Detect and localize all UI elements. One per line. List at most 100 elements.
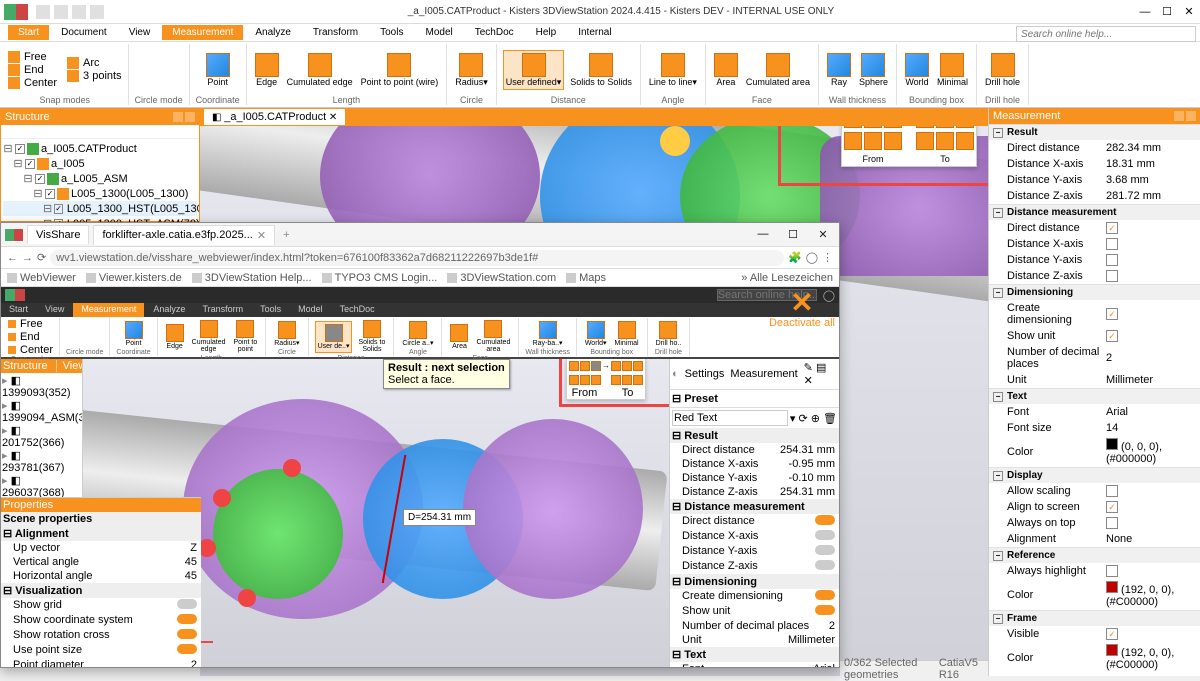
prop-row[interactable]: Allow scaling — [989, 483, 1200, 499]
bookmark[interactable]: TYPO3 CMS Login... — [322, 272, 438, 284]
close-button[interactable]: ✕ — [1182, 5, 1196, 19]
nav-reload-icon[interactable]: ⟳ — [37, 251, 46, 264]
bookmark[interactable]: WebViewer — [7, 272, 76, 284]
extensions-icon[interactable]: 🧩 — [788, 251, 802, 264]
new-tab-button[interactable]: + — [279, 229, 293, 241]
section-header[interactable]: −Result — [989, 125, 1200, 140]
tab-document[interactable]: Document — [51, 25, 117, 40]
url-input[interactable]: wv1.viewstation.de/visshare_webviewer/in… — [50, 250, 784, 266]
prop-row[interactable]: Visible — [989, 626, 1200, 642]
prop-row[interactable]: Color (0, 0, 0), (#000000) — [989, 436, 1200, 467]
wv-tree-node[interactable]: ▸ ◧ 296037(368) — [2, 474, 81, 497]
prop-row[interactable]: Color (192, 0, 0), (#C00000) — [989, 579, 1200, 610]
snap-end[interactable]: End — [8, 64, 57, 76]
wv-tab-analyze[interactable]: Analyze — [145, 303, 193, 317]
snap-free[interactable]: Free — [8, 51, 57, 63]
prop-row[interactable]: AlignmentNone — [989, 531, 1200, 547]
qat-save-icon[interactable] — [36, 5, 50, 19]
bookmark[interactable]: 3DViewStation.com — [447, 272, 556, 284]
wv-tree-node[interactable]: ▸ ◧ 201752(366) — [2, 424, 81, 449]
minimal-button[interactable]: Minimal — [935, 51, 970, 89]
prop-row[interactable]: Font size14 — [989, 420, 1200, 436]
prop-row[interactable]: Create dimensioning — [989, 300, 1200, 328]
tab-techdoc[interactable]: TechDoc — [465, 25, 524, 40]
help-search-input[interactable] — [1016, 26, 1196, 42]
tab-transform[interactable]: Transform — [303, 25, 368, 40]
tree-node[interactable]: ⊟a_I005 — [3, 156, 197, 171]
prop-row[interactable]: Distance Y-axis3.68 mm — [989, 172, 1200, 188]
wv-tree-node[interactable]: ▸ ◧ 1399093(352) — [2, 374, 81, 399]
dimension-label[interactable]: D=254.31 mm — [403, 509, 476, 526]
profile-icon[interactable]: ◯ — [806, 251, 818, 264]
panel-pin-icon[interactable] — [173, 112, 183, 122]
wv-measurement-panel[interactable]: ◐SettingsMeasurement✎ ▤ ✕ ⊟ Preset Red T… — [669, 359, 839, 667]
browser-close[interactable]: ✕ — [811, 228, 835, 241]
prop-row[interactable]: Distance Z-axis281.72 mm — [989, 188, 1200, 204]
quick-access-toolbar[interactable] — [36, 5, 104, 19]
section-header[interactable]: −Frame — [989, 611, 1200, 626]
ray-button[interactable]: Ray — [825, 51, 853, 89]
from-to-palette[interactable]: → FromTo — [841, 126, 977, 167]
sphere-button[interactable]: Sphere — [857, 51, 890, 89]
prop-row[interactable]: Number of decimal places2 — [989, 344, 1200, 372]
browser-maximize[interactable]: ☐ — [781, 228, 805, 241]
browser-tab-forklifter[interactable]: forklifter-axle.catia.e3fp.2025... ✕ — [93, 225, 275, 245]
prop-row[interactable]: Distance X-axis18.31 mm — [989, 156, 1200, 172]
bookmark[interactable]: Viewer.kisters.de — [86, 272, 182, 284]
prop-row[interactable]: Direct distance — [989, 220, 1200, 236]
prop-row[interactable]: Direct distance282.34 mm — [989, 140, 1200, 156]
panel-close-icon[interactable] — [185, 112, 195, 122]
area-button[interactable]: Area — [712, 51, 740, 89]
tree-node[interactable]: ⊟L005_1300_HST(L005_1300_HST) — [3, 201, 197, 216]
wv-tab-view[interactable]: View — [37, 303, 72, 317]
tab-view[interactable]: View — [119, 25, 161, 40]
wv-structure-panel[interactable]: StructureViews ▸ ◧ 1399093(352)▸ ◧ 13990… — [1, 359, 83, 497]
tree-node[interactable]: ⊟a_L005_ASM — [3, 171, 197, 186]
tree-node[interactable]: ⊟L005_1300(L005_1300) — [3, 186, 197, 201]
bookmark[interactable]: 3DViewStation Help... — [192, 272, 312, 284]
length-edge-button[interactable]: Edge — [253, 51, 281, 89]
qat-undo-icon[interactable] — [54, 5, 68, 19]
qat-more-icon[interactable] — [90, 5, 104, 19]
nav-fwd-icon[interactable]: → — [22, 252, 33, 264]
tab-internal[interactable]: Internal — [568, 25, 621, 40]
snap-center[interactable]: Center — [8, 77, 57, 89]
length-p2p-button[interactable]: Point to point (wire) — [359, 51, 441, 89]
snap-arc[interactable]: Arc — [67, 57, 122, 69]
prop-row[interactable]: Show unit — [989, 328, 1200, 344]
wv-tab-techdoc[interactable]: TechDoc — [332, 303, 383, 317]
menu-icon[interactable]: ⋮ — [822, 251, 833, 264]
wv-from-to-palette[interactable]: → FromTo — [566, 359, 646, 400]
maximize-button[interactable]: ☐ — [1160, 5, 1174, 19]
prop-row[interactable]: FontArial — [989, 404, 1200, 420]
tree-node[interactable]: ⊟a_I005.CATProduct — [3, 141, 197, 156]
prop-row[interactable]: Always on top — [989, 515, 1200, 531]
structure-toolbar[interactable] — [1, 125, 199, 139]
wv-user-defined[interactable]: User de..▾ — [315, 321, 353, 353]
cum-area-button[interactable]: Cumulated area — [744, 51, 812, 89]
tab-analyze[interactable]: Analyze — [245, 25, 301, 40]
wv-tree-node[interactable]: ▸ ◧ 1399094_ASM(358) — [2, 399, 81, 424]
section-header[interactable]: −Reference — [989, 548, 1200, 563]
tab-tools[interactable]: Tools — [370, 25, 413, 40]
prop-row[interactable]: Distance X-axis — [989, 236, 1200, 252]
tab-start[interactable]: Start — [8, 25, 49, 40]
tab-measurement[interactable]: Measurement — [162, 25, 243, 40]
wv-tab-tools[interactable]: Tools — [252, 303, 289, 317]
world-button[interactable]: World — [903, 51, 931, 89]
browser-tab-visshare[interactable]: VisShare — [27, 225, 89, 244]
bookmark[interactable]: Maps — [566, 272, 606, 284]
nav-back-icon[interactable]: ← — [7, 252, 18, 264]
wv-properties-panel[interactable]: Properties Scene properties ⊟ AlignmentU… — [1, 497, 201, 667]
tab-help[interactable]: Help — [526, 25, 567, 40]
prop-row[interactable]: Distance Z-axis — [989, 268, 1200, 284]
prop-row[interactable]: Distance Y-axis — [989, 252, 1200, 268]
length-cum-button[interactable]: Cumulated edge — [285, 51, 355, 89]
prop-row[interactable]: Always highlight — [989, 563, 1200, 579]
user-defined-button[interactable]: User defined▾ — [503, 50, 565, 90]
solids-to-solids-button[interactable]: Solids to Solids — [568, 51, 634, 89]
deactivate-all-button[interactable]: ✕Deactivate all — [769, 289, 835, 329]
section-header[interactable]: −Display — [989, 468, 1200, 483]
view-tab[interactable]: ◧ _a_I005.CATProduct ✕ — [204, 109, 345, 125]
wv-tab-start[interactable]: Start — [1, 303, 36, 317]
